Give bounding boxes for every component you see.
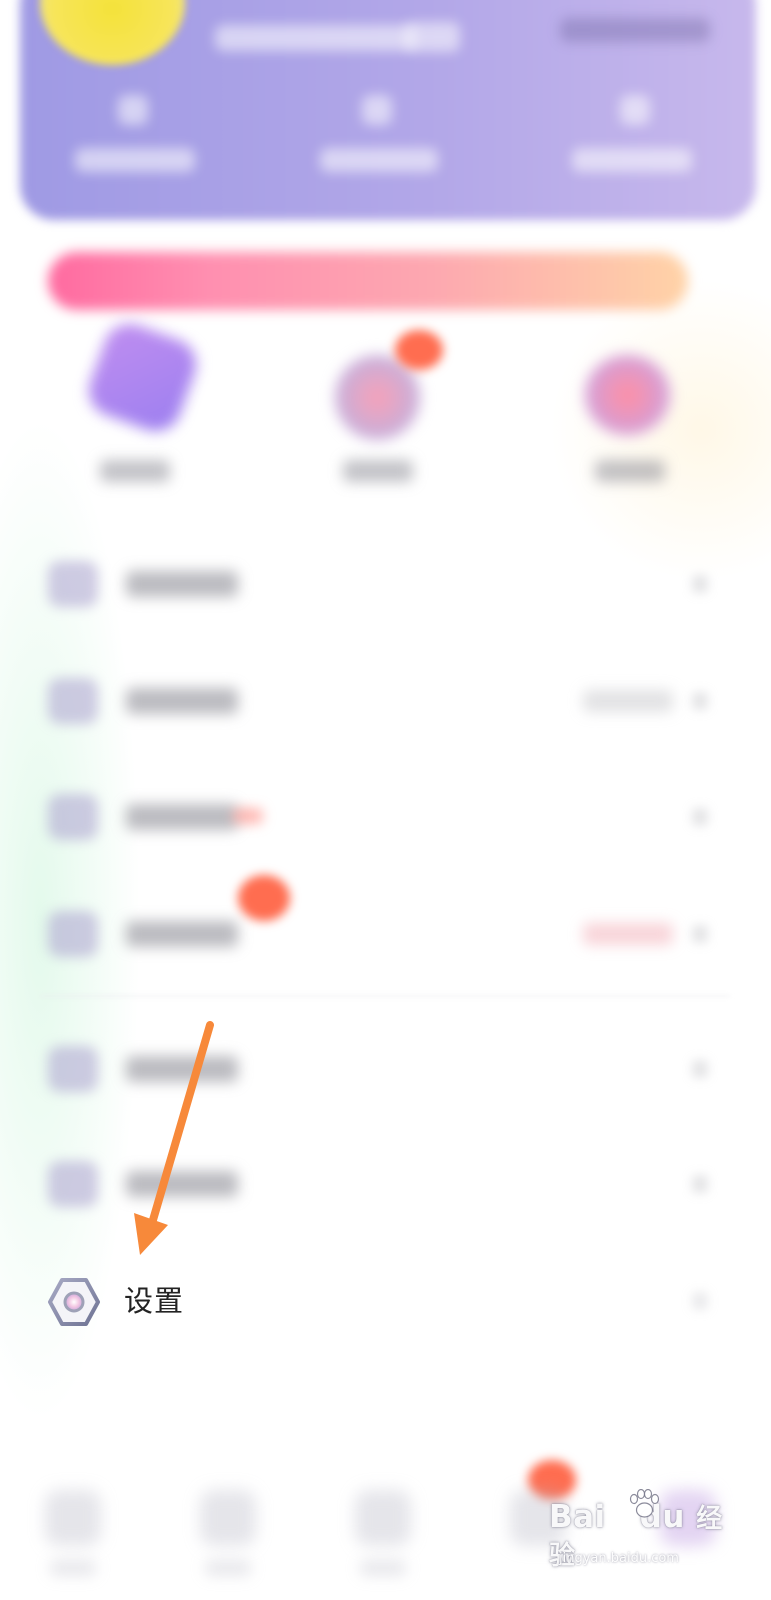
list-item-icon — [48, 561, 98, 607]
blurred-stat-label — [75, 148, 195, 172]
blurred-stat-value — [118, 95, 148, 125]
blurred-top-right-icons[interactable] — [560, 18, 710, 42]
list-item-label — [126, 571, 238, 597]
baidu-jingyan-watermark: Bai du 经验 jingyan.baidu.com — [549, 1489, 749, 1573]
list-item-label — [126, 688, 238, 714]
list-item[interactable] — [48, 672, 728, 732]
list-item-icon — [48, 911, 98, 957]
tab-label — [360, 1560, 406, 1576]
list-item-icon — [48, 1046, 98, 1092]
quick-entry-label — [595, 460, 665, 482]
list-item-icon — [48, 1161, 98, 1207]
background-tint — [551, 280, 771, 580]
list-item[interactable] — [48, 905, 728, 965]
tab-icon[interactable] — [45, 1490, 101, 1546]
blurred-stat-value — [362, 95, 392, 125]
quick-entry-label — [343, 460, 413, 482]
chevron-right-icon — [692, 808, 708, 826]
paw-icon — [629, 1489, 660, 1518]
chevron-right-icon — [692, 1175, 708, 1193]
list-item-label — [126, 804, 238, 830]
blurred-stat-value — [620, 95, 650, 125]
list-item-value — [583, 923, 673, 945]
section-divider — [40, 995, 730, 997]
blurred-badge — [405, 22, 460, 52]
blurred-stat-label — [572, 148, 692, 172]
tab-icon[interactable] — [200, 1490, 256, 1546]
chevron-right-icon — [692, 1292, 708, 1310]
list-item-tag — [233, 808, 263, 824]
settings-row[interactable]: 设置 — [48, 1268, 728, 1334]
list-item-icon — [48, 794, 98, 840]
tab-icon[interactable] — [355, 1490, 411, 1546]
hexagon-gear-icon — [48, 1278, 100, 1326]
blurred-username — [215, 25, 415, 51]
notification-badge — [395, 330, 443, 370]
promo-banner[interactable] — [48, 252, 688, 310]
watermark-url: jingyan.baidu.com — [559, 1551, 679, 1566]
quick-entry-icon[interactable] — [585, 355, 670, 435]
settings-label: 设置 — [124, 1284, 185, 1318]
watermark-brand: Bai — [549, 1499, 606, 1535]
chevron-right-icon — [692, 925, 708, 943]
chevron-right-icon — [692, 575, 708, 593]
list-item-value — [583, 690, 673, 712]
chevron-right-icon — [692, 692, 708, 710]
chevron-right-icon — [692, 1060, 708, 1078]
blurred-stat-label — [320, 148, 438, 172]
list-item[interactable] — [48, 788, 728, 848]
me-page: 设置 Bai du 经验 jingyan.baidu.com — [0, 0, 771, 1600]
list-item-label — [126, 921, 238, 947]
list-item[interactable] — [48, 555, 728, 615]
tab-label — [205, 1560, 251, 1576]
quick-entry-label — [100, 460, 170, 482]
list-item-icon — [48, 678, 98, 724]
annotation-arrow-icon — [134, 1021, 214, 1255]
tab-label — [50, 1560, 96, 1576]
